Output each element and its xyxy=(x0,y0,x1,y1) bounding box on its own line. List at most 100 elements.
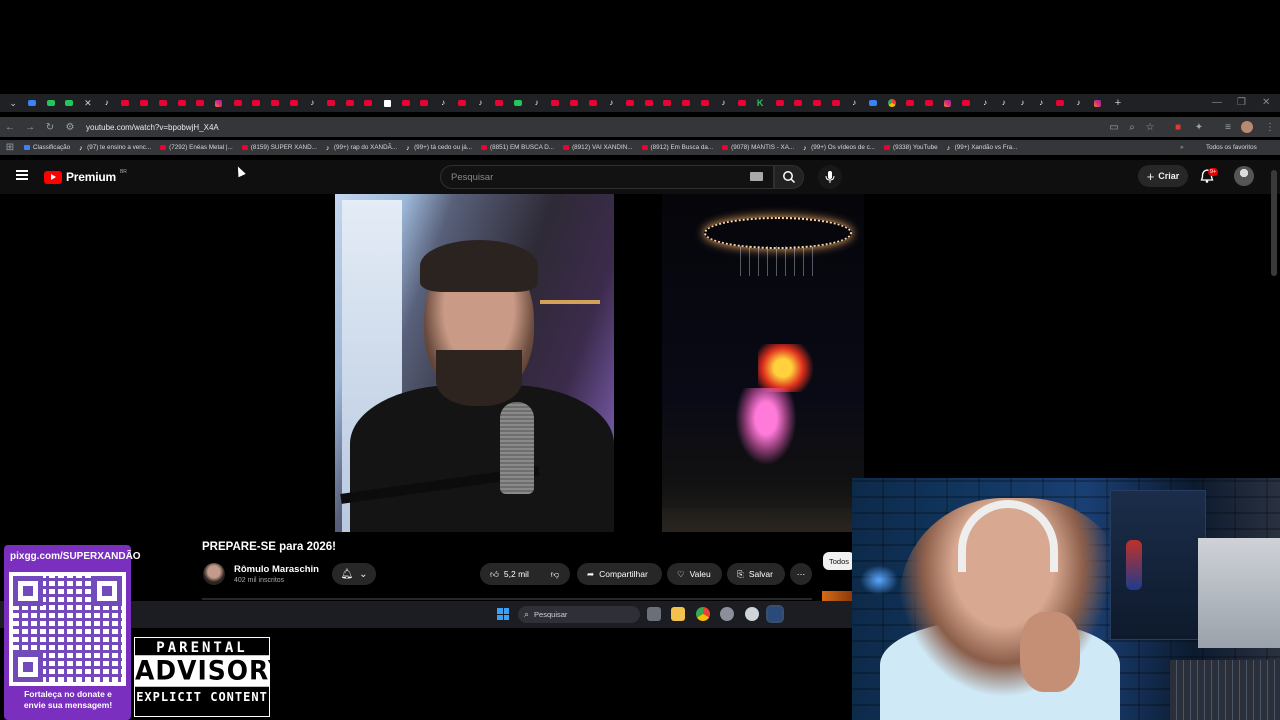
profile-avatar[interactable] xyxy=(1241,121,1253,133)
bookmark-item[interactable]: ♪ (99+) tá cedo ou já... xyxy=(406,144,472,152)
menu-icon[interactable] xyxy=(16,170,28,180)
voice-search-button[interactable] xyxy=(818,165,842,189)
new-tab-icon[interactable]: + xyxy=(1107,96,1126,110)
tab[interactable] xyxy=(284,96,303,110)
tab[interactable]: ♪ xyxy=(527,96,546,110)
tab[interactable] xyxy=(789,96,808,110)
create-button[interactable]: + Criar xyxy=(1138,165,1188,187)
subscription-bell-button[interactable]: 🔔︎ ⌄ xyxy=(332,563,376,585)
bookmark-item[interactable]: ♪ (97) te ensino a venc... xyxy=(79,144,151,152)
tab-close-icon[interactable]: ✕ xyxy=(79,96,98,110)
tab[interactable] xyxy=(733,96,752,110)
tab[interactable]: ♪ xyxy=(1013,96,1032,110)
all-bookmarks-folder[interactable]: Todos os favoritos xyxy=(1206,144,1257,151)
extensions-puzzle-icon[interactable]: ✦ xyxy=(1189,122,1209,133)
tab[interactable] xyxy=(378,96,397,110)
bookmark-item[interactable]: ♪ (99+) Os vídeos de c... xyxy=(803,144,875,152)
tab[interactable] xyxy=(41,96,60,110)
recommendation-thumbnail[interactable] xyxy=(822,591,852,601)
chip-all[interactable]: Todos xyxy=(823,552,855,570)
tab[interactable] xyxy=(1051,96,1070,110)
share-button[interactable]: ➦ Compartilhar xyxy=(577,563,662,585)
tab[interactable] xyxy=(490,96,509,110)
tab[interactable] xyxy=(247,96,266,110)
tab[interactable] xyxy=(340,96,359,110)
bookmark-item[interactable]: (9078) MANTIS - XA... xyxy=(722,144,794,151)
tab[interactable] xyxy=(453,96,472,110)
tab[interactable] xyxy=(154,96,173,110)
tab[interactable] xyxy=(826,96,845,110)
restore-icon[interactable]: ❐ xyxy=(1237,97,1246,108)
tab[interactable] xyxy=(135,96,154,110)
tab[interactable]: ♪ xyxy=(976,96,995,110)
tab[interactable] xyxy=(901,96,920,110)
tab[interactable] xyxy=(677,96,696,110)
tab[interactable] xyxy=(695,96,714,110)
apps-grid-icon[interactable]: ⊞ xyxy=(0,142,20,153)
tab[interactable] xyxy=(359,96,378,110)
cast-icon[interactable]: ▭ xyxy=(1104,122,1124,133)
tab[interactable] xyxy=(322,96,341,110)
tab[interactable]: ♪ xyxy=(602,96,621,110)
tab[interactable] xyxy=(639,96,658,110)
keyboard-icon[interactable] xyxy=(750,172,763,181)
bookmark-item[interactable]: (8912) Em Busca da... xyxy=(641,144,713,151)
tab[interactable]: ♪ xyxy=(714,96,733,110)
tab[interactable] xyxy=(23,96,42,110)
media-control-icon[interactable]: ≡ xyxy=(1218,122,1238,133)
browser-menu-icon[interactable]: ⋮ xyxy=(1260,122,1280,133)
tab[interactable] xyxy=(957,96,976,110)
more-actions-button[interactable]: ⋯ xyxy=(790,563,812,585)
extension-icon[interactable]: ■ xyxy=(1168,122,1188,133)
tab[interactable] xyxy=(658,96,677,110)
page-scrollbar[interactable] xyxy=(1271,170,1277,276)
save-button[interactable]: ⎘ Salvar xyxy=(727,563,785,585)
reload-icon[interactable]: ↻ xyxy=(40,122,60,133)
url-field[interactable]: youtube.com/watch?v=bpobwjH_X4A xyxy=(86,123,219,132)
tab[interactable]: ♪ xyxy=(994,96,1013,110)
tab[interactable] xyxy=(808,96,827,110)
tab[interactable] xyxy=(509,96,528,110)
task-view-icon[interactable] xyxy=(647,607,661,621)
tab[interactable] xyxy=(920,96,939,110)
tab[interactable]: ♪ xyxy=(303,96,322,110)
close-window-icon[interactable]: ✕ xyxy=(1262,97,1270,108)
tab[interactable] xyxy=(583,96,602,110)
account-avatar[interactable] xyxy=(1234,166,1254,186)
bookmark-item[interactable]: (7292) Enéas Metal |... xyxy=(160,144,233,151)
zoom-icon[interactable]: ⌕ xyxy=(1122,122,1142,133)
tab[interactable] xyxy=(882,96,901,110)
channel-name[interactable]: Rômulo Maraschin xyxy=(234,564,319,575)
tab[interactable] xyxy=(60,96,79,110)
windows-start-icon[interactable] xyxy=(497,608,509,620)
tab[interactable]: ♪ xyxy=(845,96,864,110)
steam-icon[interactable] xyxy=(766,605,784,623)
tab[interactable]: ♪ xyxy=(97,96,116,110)
bookmark-item[interactable]: Classificação xyxy=(24,144,70,151)
tab[interactable] xyxy=(210,96,229,110)
like-button[interactable]: 👍︎ 5,2 mil xyxy=(480,563,540,585)
chrome-icon[interactable] xyxy=(696,607,710,621)
bookmark-item[interactable]: ♪ (99+) Xandão vs Fra... xyxy=(947,144,1018,152)
minimize-icon[interactable]: — xyxy=(1212,97,1222,108)
tab-list-button[interactable]: ⌄ xyxy=(4,96,23,110)
tab[interactable] xyxy=(770,96,789,110)
tab[interactable] xyxy=(1088,96,1107,110)
tab[interactable] xyxy=(938,96,957,110)
bookmark-item[interactable]: (8912) VAI XANDIN... xyxy=(563,144,633,151)
settings-gear-icon[interactable] xyxy=(720,607,734,621)
site-settings-icon[interactable]: ⚙ xyxy=(60,122,80,133)
tab[interactable] xyxy=(864,96,883,110)
file-explorer-icon[interactable] xyxy=(671,607,685,621)
bookmark-item[interactable]: (8851) EM BUSCA D... xyxy=(481,144,554,151)
tab[interactable] xyxy=(546,96,565,110)
tab[interactable]: ♪ xyxy=(471,96,490,110)
more-bookmarks-icon[interactable]: » xyxy=(1180,144,1184,151)
app-icon[interactable] xyxy=(745,607,759,621)
bookmark-item[interactable]: (9338) YouTube xyxy=(884,144,938,151)
tab[interactable]: ♪ xyxy=(434,96,453,110)
bookmark-item[interactable]: ♪ (99+) rap do XANDÃ... xyxy=(326,144,397,152)
forward-icon[interactable]: → xyxy=(20,122,40,133)
bookmark-star-icon[interactable]: ☆ xyxy=(1140,122,1160,133)
youtube-logo[interactable]: Premium BR xyxy=(44,169,127,184)
